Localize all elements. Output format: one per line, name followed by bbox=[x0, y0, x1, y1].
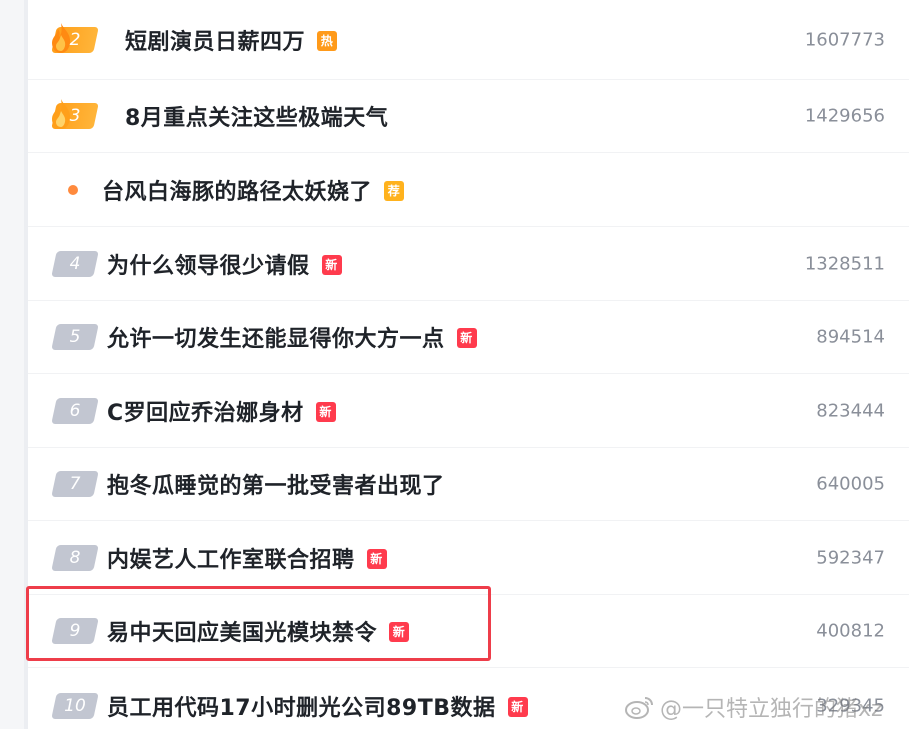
rank-badge: 7 bbox=[51, 471, 99, 497]
topic-title[interactable]: C罗回应乔治娜身材新 bbox=[107, 395, 336, 427]
heat-count: 592347 bbox=[816, 547, 885, 568]
heat-count: 823444 bbox=[816, 400, 885, 421]
rank-number: 5 bbox=[69, 327, 81, 347]
rank-number: 6 bbox=[69, 400, 81, 421]
new-tag-badge: 新 bbox=[456, 328, 477, 348]
rank-number: 4 bbox=[69, 253, 81, 274]
topic-title-text: 8月重点关注这些极端天气 bbox=[125, 106, 389, 131]
heat-count: 640005 bbox=[816, 473, 885, 495]
list-item-promoted[interactable]: 台风白海豚的路径太妖娆了荐 bbox=[28, 153, 909, 227]
topic-title-text: 台风白海豚的路径太妖娆了 bbox=[102, 179, 373, 205]
weibo-watermark: @一只特立独行的猪xz bbox=[624, 690, 883, 724]
hot-tag-badge: 热 bbox=[317, 30, 338, 51]
heat-count: 1607773 bbox=[804, 29, 885, 50]
topic-title[interactable]: 为什么领导很少请假新 bbox=[107, 248, 342, 280]
topic-title[interactable]: 允许一切发生还能显得你大方一点新 bbox=[107, 321, 477, 353]
list-item[interactable]: 4 为什么领导很少请假新 1328511 bbox=[28, 227, 909, 301]
heat-count: 1328511 bbox=[804, 253, 885, 274]
list-item[interactable]: 3 8月重点关注这些极端天气 1429656 bbox=[28, 80, 909, 153]
rank-badge: 6 bbox=[51, 397, 99, 424]
rank-number: 8 bbox=[69, 547, 81, 568]
watermark-text: @一只特立独行的猪xz bbox=[660, 697, 883, 722]
rank-number: 10 bbox=[64, 695, 86, 716]
rank-badge: 5 bbox=[51, 324, 99, 350]
rank-number: 7 bbox=[69, 474, 81, 494]
new-tag-badge: 新 bbox=[366, 548, 387, 569]
new-tag-badge: 新 bbox=[321, 254, 342, 275]
list-item[interactable]: 7 抱冬瓜睡觉的第一批受害者出现了 640005 bbox=[28, 448, 909, 521]
rank-badge: 3 bbox=[51, 99, 99, 129]
rank-badge: 4 bbox=[51, 250, 99, 277]
weibo-logo-icon bbox=[625, 697, 653, 719]
rank-badge: 2 bbox=[51, 22, 99, 53]
topic-title-text: C罗回应乔治娜身材 bbox=[107, 400, 304, 426]
heat-count: 894514 bbox=[816, 326, 885, 348]
rank-number: 3 bbox=[69, 106, 81, 126]
list-item[interactable]: 5 允许一切发生还能显得你大方一点新 894514 bbox=[28, 301, 909, 374]
topic-title[interactable]: 员工用代码17小时删光公司89TB数据新 bbox=[107, 690, 528, 722]
topic-title-text: 允许一切发生还能显得你大方一点 bbox=[107, 327, 445, 352]
topic-title-text: 抱冬瓜睡觉的第一批受害者出现了 bbox=[107, 474, 445, 499]
list-item[interactable]: 6 C罗回应乔治娜身材新 823444 bbox=[28, 374, 909, 448]
new-tag-badge: 新 bbox=[315, 401, 336, 422]
topic-title[interactable]: 内娱艺人工作室联合招聘新 bbox=[107, 542, 387, 574]
topic-title[interactable]: 台风白海豚的路径太妖娆了荐 bbox=[102, 174, 405, 206]
rank-badge: 8 bbox=[51, 544, 99, 571]
rank-badge: 10 bbox=[51, 692, 99, 719]
highlight-box bbox=[26, 586, 491, 661]
topic-title-text: 员工用代码17小时删光公司89TB数据 bbox=[107, 695, 496, 721]
new-tag-badge: 新 bbox=[507, 696, 528, 717]
left-gutter bbox=[0, 0, 28, 729]
heat-count: 400812 bbox=[816, 620, 885, 642]
recommend-tag-badge: 荐 bbox=[384, 180, 405, 201]
rank-number: 2 bbox=[69, 29, 81, 50]
list-item[interactable]: 8 内娱艺人工作室联合招聘新 592347 bbox=[28, 521, 909, 595]
topic-title-text: 内娱艺人工作室联合招聘 bbox=[107, 547, 355, 573]
topic-title[interactable]: 短剧演员日薪四万热 bbox=[125, 24, 338, 56]
promoted-dot-icon bbox=[68, 184, 78, 195]
topic-title-text: 为什么领导很少请假 bbox=[107, 253, 310, 279]
topic-title[interactable]: 8月重点关注这些极端天气 bbox=[125, 100, 388, 132]
list-item[interactable]: 2 短剧演员日薪四万热 1607773 bbox=[28, 0, 909, 80]
topic-title-text: 短剧演员日薪四万 bbox=[125, 29, 306, 55]
topic-title[interactable]: 抱冬瓜睡觉的第一批受害者出现了 bbox=[107, 468, 445, 500]
heat-count: 1429656 bbox=[804, 105, 885, 127]
